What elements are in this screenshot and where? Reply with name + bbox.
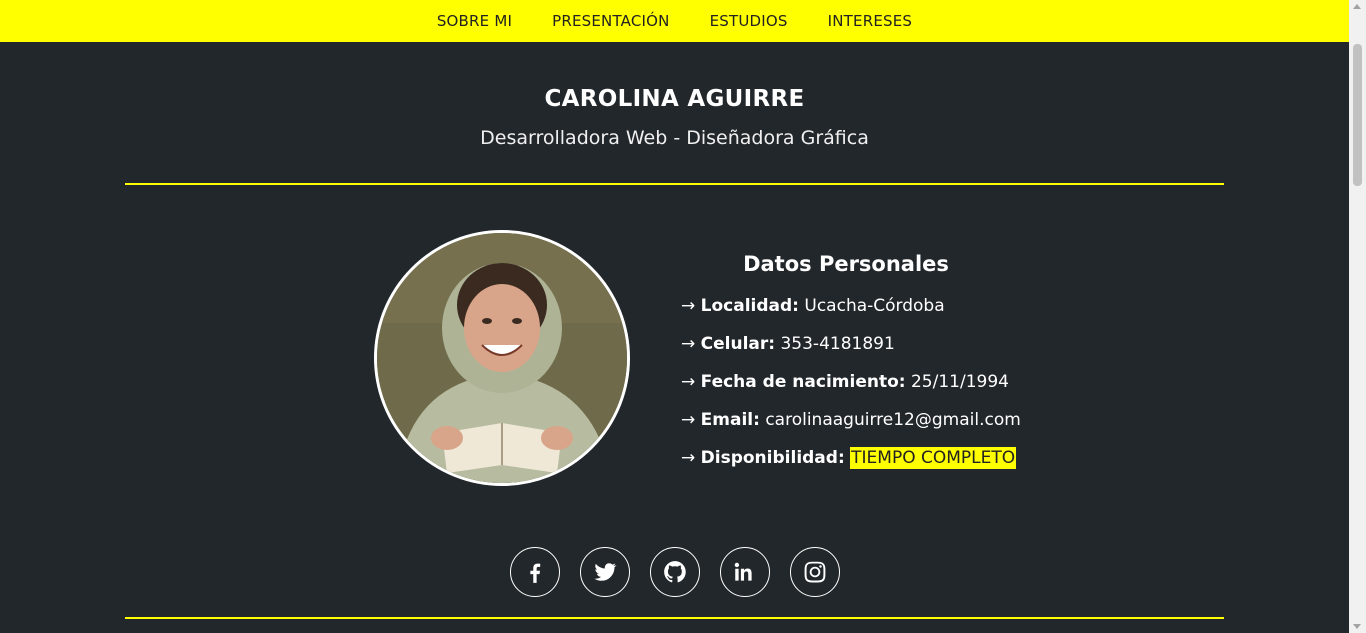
twitter-icon <box>594 563 617 581</box>
info-row-localidad: → Localidad: Ucacha-Córdoba <box>681 296 945 316</box>
scroll-up-icon[interactable] <box>1353 4 1361 9</box>
info-value: Ucacha-Córdoba <box>804 296 945 316</box>
info-key: Fecha de nacimiento: <box>700 372 906 392</box>
info-value: 353-4181891 <box>780 334 895 354</box>
info-value: 25/11/1994 <box>910 372 1009 392</box>
arrow-icon: → <box>681 334 696 354</box>
top-navbar: SOBRE MI PRESENTACIÓN ESTUDIOS INTERESES <box>0 0 1349 42</box>
bottom-divider <box>125 617 1224 619</box>
profile-name: CAROLINA AGUIRRE <box>544 86 805 112</box>
twitter-button[interactable] <box>580 547 630 597</box>
facebook-button[interactable] <box>510 547 560 597</box>
nav-intereses[interactable]: INTERESES <box>828 12 913 30</box>
profile-subtitle: Desarrolladora Web - Diseñadora Gráfica <box>480 127 869 149</box>
arrow-icon: → <box>681 372 696 392</box>
info-row-email: → Email: carolinaaguirre12@gmail.com <box>681 410 1021 430</box>
scroll-down-icon[interactable] <box>1353 624 1361 629</box>
info-row-fecha-nacimiento: → Fecha de nacimiento: 25/11/1994 <box>681 372 1009 392</box>
info-row-celular: → Celular: 353-4181891 <box>681 334 895 354</box>
instagram-button[interactable] <box>790 547 840 597</box>
instagram-icon <box>804 561 826 583</box>
arrow-icon: → <box>681 448 696 468</box>
arrow-icon: → <box>681 410 696 430</box>
personal-data-title: Datos Personales <box>743 252 949 276</box>
linkedin-button[interactable] <box>720 547 770 597</box>
nav-presentacion[interactable]: PRESENTACIÓN <box>552 12 670 30</box>
arrow-icon: → <box>681 296 696 316</box>
nav-estudios[interactable]: ESTUDIOS <box>710 12 788 30</box>
info-value: carolinaaguirre12@gmail.com <box>765 410 1021 430</box>
profile-photo-illustration <box>377 233 627 483</box>
social-links <box>510 547 840 597</box>
info-key: Celular: <box>700 334 776 354</box>
github-button[interactable] <box>650 547 700 597</box>
github-icon <box>664 561 686 583</box>
nav-sobre-mi[interactable]: SOBRE MI <box>437 12 512 30</box>
info-key: Localidad: <box>700 296 799 316</box>
top-divider <box>125 183 1224 185</box>
info-key: Disponibilidad: <box>700 448 845 468</box>
facebook-icon <box>530 563 541 583</box>
page-scrollbar[interactable] <box>1349 0 1366 633</box>
info-key: Email: <box>700 410 760 430</box>
profile-photo <box>374 230 630 486</box>
availability-badge: TIEMPO COMPLETO <box>850 447 1017 469</box>
scroll-thumb[interactable] <box>1353 44 1362 186</box>
linkedin-icon <box>734 562 752 581</box>
info-row-disponibilidad: → Disponibilidad: TIEMPO COMPLETO <box>681 447 1017 469</box>
